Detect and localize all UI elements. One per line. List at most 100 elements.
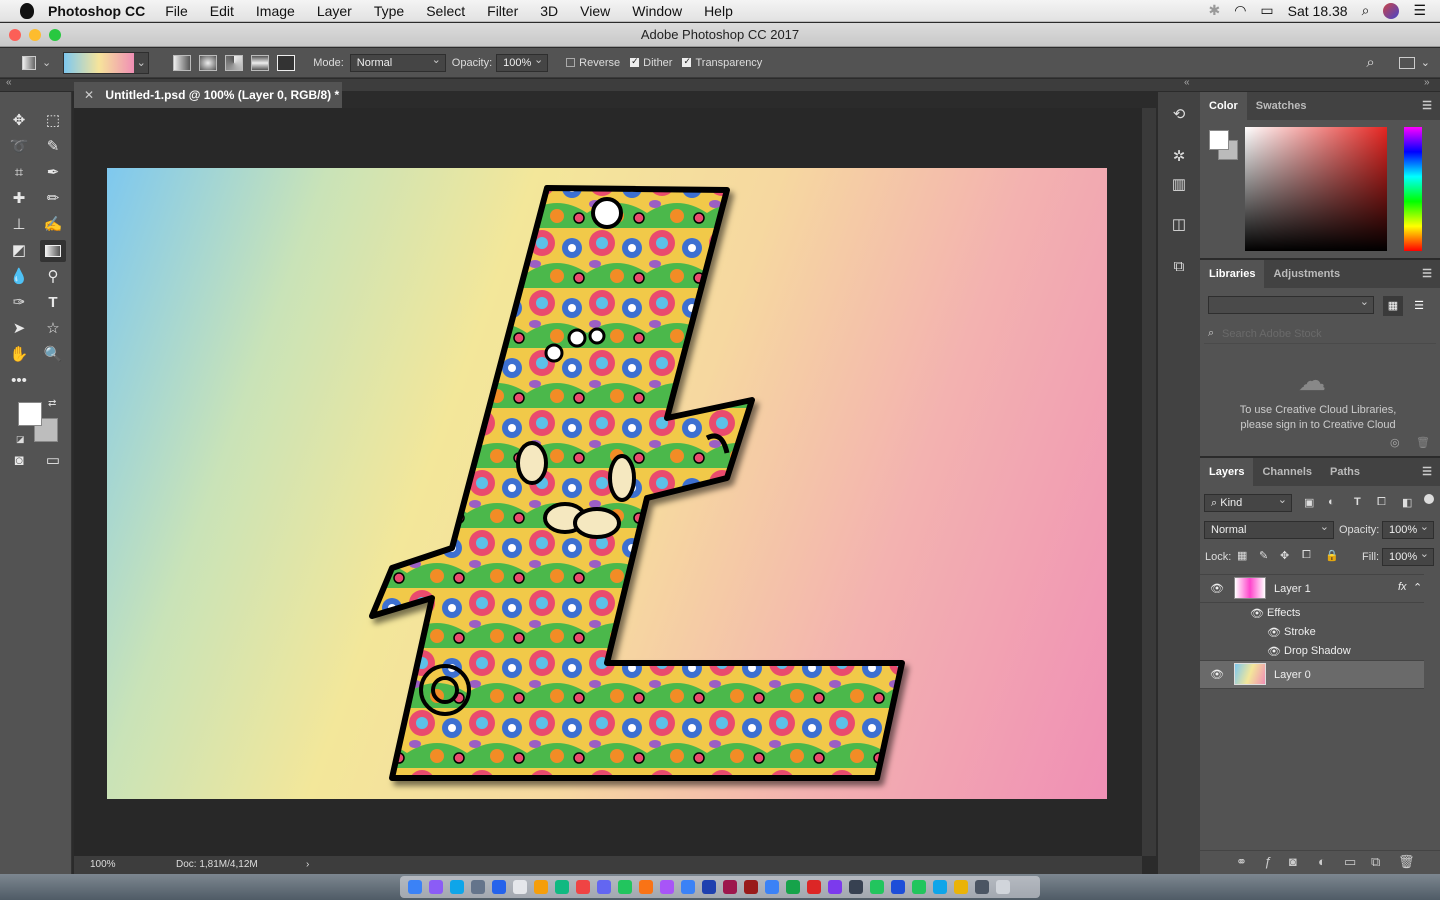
more-tools-icon[interactable]: •••: [6, 370, 32, 392]
hue-slider[interactable]: [1404, 127, 1422, 251]
canvas-area[interactable]: [74, 108, 1142, 856]
notification-center-icon[interactable]: ☰: [1413, 2, 1426, 19]
visibility-eye-icon[interactable]: 👁: [1250, 607, 1264, 620]
dock-app-icon[interactable]: [702, 880, 716, 894]
dock-app-icon[interactable]: [429, 880, 443, 894]
tab-libraries[interactable]: Libraries: [1200, 260, 1265, 288]
trash-icon[interactable]: 🗑: [1416, 436, 1430, 449]
add-mask-icon[interactable]: ◙: [1289, 854, 1297, 869]
doc-size[interactable]: Doc: 1,81M/4,12M: [176, 856, 258, 874]
dock-app-icon[interactable]: [891, 880, 905, 894]
transparency-checkbox[interactable]: [682, 56, 692, 67]
screen-mode-icon[interactable]: ▭: [40, 450, 66, 472]
layer-name[interactable]: Layer 1: [1274, 583, 1311, 595]
crop-tool-icon[interactable]: ⌗: [6, 162, 32, 184]
menu-layer[interactable]: Layer: [317, 3, 352, 19]
clock[interactable]: Sat 18.38: [1288, 3, 1348, 19]
dock-app-icon[interactable]: [597, 880, 611, 894]
foreground-color-swatch[interactable]: [18, 402, 42, 426]
document-canvas[interactable]: [107, 168, 1107, 799]
hand-tool-icon[interactable]: ✋: [6, 344, 32, 366]
filter-smart-object-icon[interactable]: ◧: [1402, 496, 1412, 509]
tab-swatches[interactable]: Swatches: [1247, 92, 1316, 120]
visibility-eye-icon[interactable]: 👁: [1210, 668, 1224, 681]
dock-app-icon[interactable]: [912, 880, 926, 894]
grid-view-icon[interactable]: ▦: [1383, 296, 1403, 316]
color-field[interactable]: [1245, 127, 1387, 251]
spotlight-icon[interactable]: ⌕: [1362, 2, 1370, 19]
new-adjustment-icon[interactable]: ◐: [1318, 854, 1326, 869]
dock-app-icon[interactable]: [849, 880, 863, 894]
menu-image[interactable]: Image: [256, 3, 295, 19]
properties-panel-icon[interactable]: ◫: [1168, 214, 1190, 236]
histogram-panel-icon[interactable]: ▥: [1168, 174, 1190, 196]
minimize-window-button[interactable]: [29, 29, 41, 41]
lock-artboard-icon[interactable]: ⧠: [1302, 549, 1311, 562]
bluetooth-icon[interactable]: ✱: [1208, 2, 1220, 19]
effect-row[interactable]: 👁 Stroke: [1200, 623, 1424, 642]
apple-icon[interactable]: [20, 2, 34, 19]
type-tool-icon[interactable]: T: [40, 292, 66, 314]
filter-adjustment-icon[interactable]: ◐: [1328, 496, 1335, 508]
dock-app-icon[interactable]: [954, 880, 968, 894]
collapse-right-icon[interactable]: «: [1184, 77, 1190, 88]
close-tab-icon[interactable]: ✕: [84, 88, 94, 102]
new-layer-icon[interactable]: ⧉: [1371, 854, 1380, 870]
menu-3d[interactable]: 3D: [540, 3, 558, 19]
healing-brush-tool-icon[interactable]: ✚: [6, 188, 32, 210]
tab-channels[interactable]: Channels: [1253, 458, 1321, 486]
panel-menu-icon[interactable]: ☰: [1422, 92, 1440, 120]
dock-app-icon[interactable]: [450, 880, 464, 894]
workspace-icon[interactable]: [1398, 56, 1415, 69]
menu-edit[interactable]: Edit: [210, 3, 234, 19]
lock-transparent-icon[interactable]: ▦: [1237, 549, 1247, 562]
stock-search-field[interactable]: ⌕ Search Adobe Stock: [1204, 324, 1436, 344]
siri-icon[interactable]: [1383, 2, 1400, 19]
linear-gradient-icon[interactable]: [173, 54, 192, 71]
gradient-tool-preset-icon[interactable]: [22, 55, 36, 70]
battery-icon[interactable]: ▭: [1260, 2, 1273, 19]
library-select[interactable]: [1208, 294, 1374, 314]
add-style-icon[interactable]: ƒ: [1264, 854, 1271, 869]
radial-gradient-icon[interactable]: [199, 54, 218, 71]
dock-app-icon[interactable]: [996, 880, 1010, 894]
panel-menu-icon[interactable]: ☰: [1422, 260, 1440, 288]
chevron-down-icon[interactable]: ⌄: [1421, 56, 1430, 69]
brush-tool-icon[interactable]: ✏: [40, 188, 66, 210]
menu-view[interactable]: View: [580, 3, 610, 19]
default-colors-icon[interactable]: ◪: [16, 434, 25, 445]
lock-all-icon[interactable]: 🔒: [1325, 549, 1339, 562]
path-selection-tool-icon[interactable]: ➤: [6, 318, 32, 340]
status-menu-arrow-icon[interactable]: ›: [306, 856, 309, 874]
effect-row[interactable]: 👁 Drop Shadow: [1200, 642, 1424, 661]
chevron-down-icon[interactable]: ⌄: [42, 56, 51, 69]
filter-pixel-icon[interactable]: ▣: [1304, 496, 1314, 509]
list-view-icon[interactable]: ☰: [1409, 296, 1429, 316]
vertical-scrollbar[interactable]: [1142, 108, 1156, 856]
dock-app-icon[interactable]: [534, 880, 548, 894]
quick-selection-tool-icon[interactable]: ✎: [40, 136, 66, 158]
dock-app-icon[interactable]: [723, 880, 737, 894]
reflected-gradient-icon[interactable]: [251, 54, 270, 71]
dock-app-icon[interactable]: [660, 880, 674, 894]
search-icon[interactable]: ⌕: [1366, 54, 1374, 71]
eraser-tool-icon[interactable]: ◩: [6, 240, 32, 262]
filter-shape-icon[interactable]: ⧠: [1377, 496, 1386, 509]
dodge-tool-icon[interactable]: ⚲: [40, 266, 66, 288]
menu-file[interactable]: File: [165, 3, 188, 19]
shape-tool-icon[interactable]: ☆: [40, 318, 66, 340]
menu-filter[interactable]: Filter: [487, 3, 518, 19]
visibility-eye-icon[interactable]: 👁: [1210, 582, 1224, 595]
filter-toggle-icon[interactable]: [1424, 494, 1434, 504]
history-panel-icon[interactable]: ⟲: [1168, 104, 1190, 126]
color-fg-swatch[interactable]: [1209, 130, 1229, 150]
history-brush-tool-icon[interactable]: ✍: [40, 214, 66, 236]
dock-app-icon[interactable]: [744, 880, 758, 894]
document-tab[interactable]: ✕ Untitled-1.psd @ 100% (Layer 0, RGB/8)…: [74, 82, 342, 108]
wifi-icon[interactable]: ◠: [1234, 2, 1246, 19]
blend-mode-select[interactable]: Normal: [1204, 519, 1334, 539]
dock-app-icon[interactable]: [786, 880, 800, 894]
gradient-picker[interactable]: ⌄: [63, 51, 150, 74]
menu-select[interactable]: Select: [426, 3, 465, 19]
collapse-right-icon[interactable]: »: [1424, 77, 1430, 88]
